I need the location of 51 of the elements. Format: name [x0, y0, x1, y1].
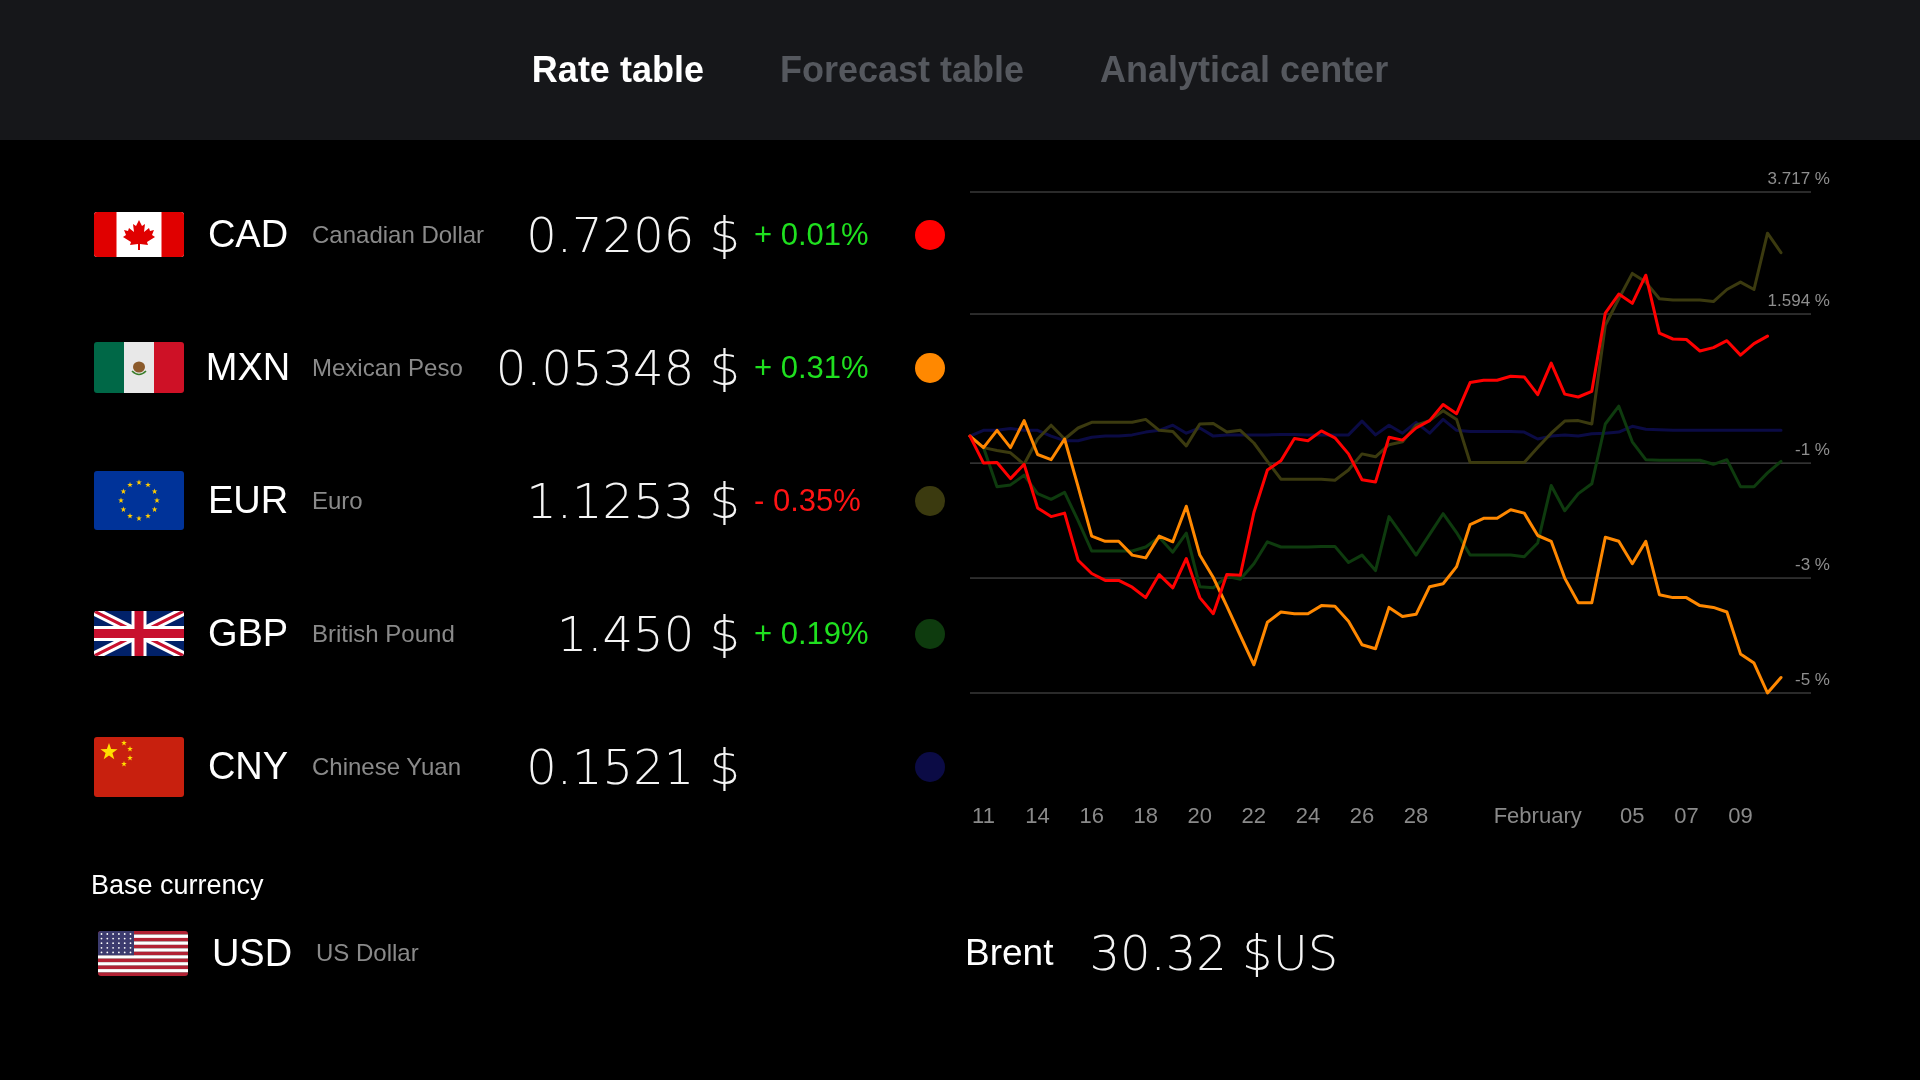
tab[interactable]: Analytical center: [1100, 49, 1389, 91]
tab[interactable]: Rate table: [531, 49, 704, 91]
currency-code: CNY: [207, 745, 289, 788]
y-axis-label: -5 %: [1795, 670, 1830, 689]
rate-value: 0.05348 $: [495, 339, 740, 396]
currency-name: US Dollar: [316, 939, 419, 967]
rate-value: 0.7206 $: [526, 206, 740, 263]
change-value: + 0.01%: [754, 216, 869, 252]
x-axis-label: 20: [1187, 803, 1213, 828]
change-value: - 0.35%: [754, 482, 861, 518]
x-axis-label: February: [1493, 803, 1582, 828]
currency-code: GBP: [207, 612, 289, 655]
currency-code: MXN: [205, 346, 291, 389]
currency-name: Euro: [312, 486, 363, 515]
us-flag-icon: [98, 930, 188, 976]
uk-flag-icon: [94, 611, 184, 656]
x-axis-label: 26: [1349, 803, 1375, 828]
y-axis-label: 3.717 %: [1767, 169, 1830, 188]
commodity-price: 30.32 $US: [1089, 925, 1339, 981]
x-axis-label: 07: [1674, 803, 1699, 828]
currency-code: EUR: [207, 479, 289, 522]
change-value: + 0.19%: [754, 615, 869, 651]
eu-flag-icon: [94, 471, 184, 530]
x-axis-label: 09: [1728, 803, 1753, 828]
x-axis-label: 14: [1025, 803, 1050, 828]
rate-value: 1.1253 $: [526, 472, 740, 529]
currency-name: Mexican Peso: [312, 353, 463, 382]
x-axis-label: 18: [1133, 803, 1158, 828]
section-label: Base currency: [91, 870, 264, 900]
currency-name: Chinese Yuan: [312, 752, 461, 781]
y-axis-label: 1.594 %: [1767, 291, 1830, 310]
china-flag-icon: [94, 736, 184, 797]
x-axis-label: 16: [1079, 803, 1104, 828]
x-axis-label: 05: [1620, 803, 1645, 828]
x-axis-label: 11: [972, 803, 995, 828]
currency-name: British Pound: [312, 619, 455, 648]
mexico-flag-icon: [94, 342, 184, 393]
commodity-label: Brent: [965, 932, 1054, 974]
tab[interactable]: Forecast table: [779, 49, 1024, 91]
change-value: + 0.31%: [754, 349, 869, 385]
rate-value: 1.450 $: [556, 605, 740, 662]
currency-code: CAD: [207, 213, 289, 256]
x-axis-label: 28: [1403, 803, 1429, 828]
x-axis-label: 22: [1241, 803, 1267, 828]
currency-code: USD: [211, 931, 293, 975]
y-axis-label: -3 %: [1795, 555, 1830, 575]
x-axis-label: 24: [1295, 803, 1321, 828]
y-axis-label: -1 %: [1795, 440, 1830, 460]
canada-flag-icon: [94, 212, 184, 257]
currency-name: Canadian Dollar: [312, 220, 485, 249]
rate-value: 0.1521 $: [526, 738, 740, 795]
